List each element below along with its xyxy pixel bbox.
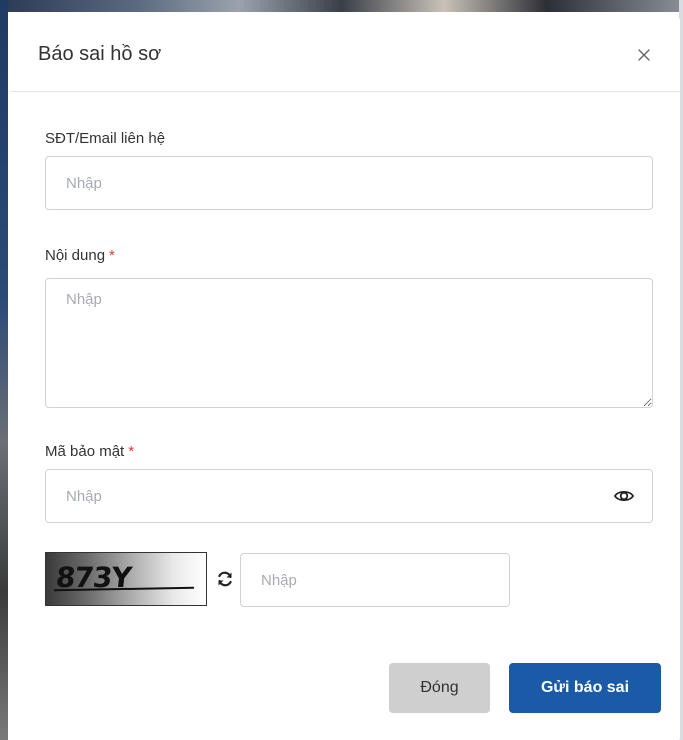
content-label-text: Nội dung [45, 247, 106, 264]
contact-label: SĐT/Email liên hệ [45, 130, 165, 147]
modal-header: Báo sai hồ sơ [10, 18, 680, 92]
eye-icon[interactable] [613, 485, 635, 507]
contact-input[interactable] [45, 156, 653, 210]
backdrop-page [0, 0, 683, 12]
security-code-label-text: Mã bảo mật [45, 443, 125, 460]
captcha-input[interactable] [240, 553, 510, 607]
close-button[interactable]: Đóng [389, 663, 490, 713]
submit-report-button[interactable]: Gửi báo sai [509, 663, 661, 713]
modal-title: Báo sai hồ sơ [38, 43, 162, 65]
captcha-image: 873Y [45, 552, 207, 606]
security-code-input[interactable] [45, 469, 653, 523]
close-icon[interactable] [632, 43, 656, 67]
content-label: Nội dung * [45, 247, 115, 264]
contact-label-text: SĐT/Email liên hệ [45, 130, 166, 147]
report-error-modal: Báo sai hồ sơ SĐT/Email liên hệ Nội dung… [10, 18, 680, 740]
content-textarea[interactable] [45, 278, 653, 408]
required-mark: * [109, 247, 115, 264]
security-code-label: Mã bảo mật * [45, 443, 134, 460]
backdrop-page-left [0, 0, 8, 740]
refresh-icon[interactable] [214, 568, 236, 590]
required-mark: * [128, 443, 135, 460]
